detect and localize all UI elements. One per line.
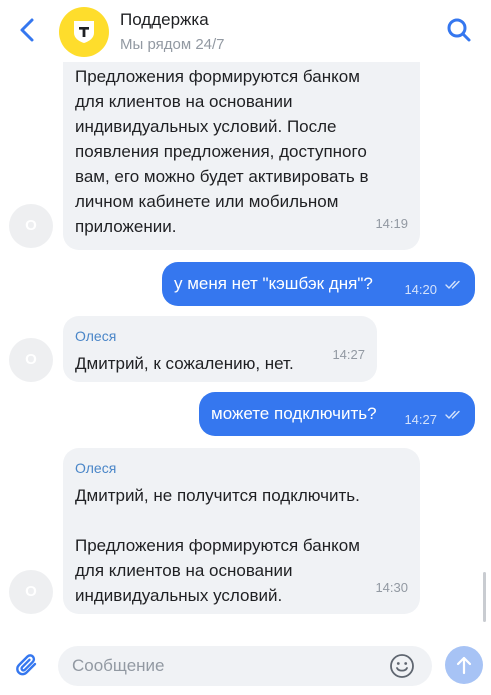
chevron-left-icon[interactable] — [12, 14, 44, 46]
avatar[interactable]: О — [9, 204, 53, 248]
chat-header: Поддержка Мы рядом 24/7 — [0, 0, 491, 62]
chat-area[interactable]: Предложения формируются банком для клиен… — [0, 0, 491, 640]
avatar-initial: О — [25, 217, 37, 234]
message-outgoing[interactable]: можете подключить? 14:27 — [199, 392, 475, 436]
message-composer — [0, 640, 491, 695]
search-icon[interactable] — [444, 15, 474, 45]
message-text: Дмитрий, не получится подключить. Предло… — [75, 486, 360, 605]
message-time: 14:27 — [332, 347, 365, 362]
send-arrow-icon — [456, 656, 472, 675]
message-outgoing[interactable]: у меня нет "кэшбэк дня"? 14:20 — [162, 262, 475, 306]
avatar[interactable]: О — [9, 338, 53, 382]
double-check-icon — [445, 410, 460, 419]
avatar-initial: О — [25, 351, 37, 368]
message-incoming[interactable]: Предложения формируются банком для клиен… — [63, 38, 420, 250]
avatar-initial: О — [25, 583, 37, 600]
message-time: 14:27 — [404, 412, 437, 427]
send-button[interactable] — [445, 646, 483, 684]
emoji-icon[interactable] — [389, 653, 415, 679]
sender-name: Олеся — [75, 328, 117, 344]
message-time: 14:19 — [375, 216, 408, 231]
double-check-icon — [445, 280, 460, 289]
chat-title: Поддержка — [120, 10, 209, 29]
message-input[interactable] — [58, 646, 432, 686]
sender-name: Олеся — [75, 460, 117, 476]
tinkoff-shield-icon — [74, 21, 94, 43]
avatar[interactable]: О — [9, 570, 53, 614]
scrollbar[interactable] — [483, 572, 486, 622]
paperclip-icon[interactable] — [14, 652, 42, 680]
message-text: Дмитрий, к сожалению, нет. — [75, 354, 294, 373]
message-time: 14:20 — [404, 282, 437, 297]
chat-subtitle: Мы рядом 24/7 — [120, 36, 225, 53]
message-text: Предложения формируются банком для клиен… — [75, 67, 369, 236]
message-time: 14:30 — [375, 580, 408, 595]
message-incoming[interactable]: Олеся Дмитрий, к сожалению, нет. 14:27 — [63, 316, 377, 382]
message-incoming[interactable]: Олеся Дмитрий, не получится подключить. … — [63, 448, 420, 614]
bank-logo[interactable] — [59, 7, 109, 57]
